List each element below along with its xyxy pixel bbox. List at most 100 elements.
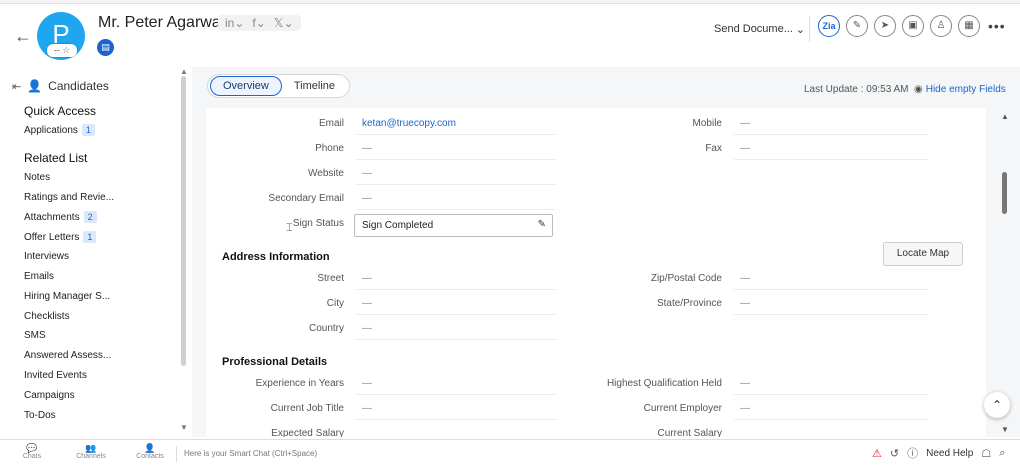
sidebar-item-applications[interactable]: Applications 1 xyxy=(24,124,95,136)
sidebar-item-offer-letters[interactable]: Offer Letters 1 xyxy=(24,231,97,243)
zia-icon[interactable]: Zia xyxy=(818,15,840,37)
help-icon[interactable]: ⓘ xyxy=(907,445,918,461)
notification-icon[interactable]: ☖ xyxy=(981,447,991,460)
sidebar-item-notes[interactable]: Notes xyxy=(24,172,50,183)
contacts-button[interactable]: 👤 Contacts xyxy=(130,443,170,460)
qualification-value[interactable]: — xyxy=(740,378,750,389)
last-update-text: Last Update : 09:53 AM xyxy=(804,84,909,95)
chevron-down-icon: ⌄ xyxy=(795,23,805,36)
email-value[interactable]: ketan@truecopy.com xyxy=(362,118,456,129)
calendar-icon[interactable]: ▦ xyxy=(958,15,980,37)
sidebar-item-invited-events[interactable]: Invited Events xyxy=(24,370,87,381)
current-salary-label: Current Salary xyxy=(657,428,722,437)
sidebar-scroll-down-icon[interactable]: ▼ xyxy=(180,423,188,432)
count-badge: 1 xyxy=(81,124,95,136)
sidebar-item-ratings[interactable]: Ratings and Revie... xyxy=(24,192,114,203)
divider xyxy=(734,159,929,160)
sidebar-item-campaigns[interactable]: Campaigns xyxy=(24,390,75,401)
channels-button[interactable]: 👥 Channels xyxy=(71,443,111,460)
sign-status-value: Sign Completed xyxy=(362,220,434,231)
sidebar-scroll-up-icon[interactable]: ▲ xyxy=(180,67,188,76)
avatar-rating[interactable]: -- ☆ xyxy=(47,44,77,57)
scroll-down-icon[interactable]: ▼ xyxy=(1001,425,1009,434)
city-value[interactable]: — xyxy=(362,298,372,309)
website-value[interactable]: — xyxy=(362,168,372,179)
sidebar-item-attachments[interactable]: Attachments 2 xyxy=(24,211,97,223)
divider xyxy=(356,394,556,395)
secondary-email-value[interactable]: — xyxy=(362,193,372,204)
sidebar-item-label: Checklists xyxy=(24,311,70,322)
country-value[interactable]: — xyxy=(362,323,372,334)
x-twitter-icon[interactable]: 𝕏⌄ xyxy=(271,16,297,30)
send-document-dropdown[interactable]: Send Docume... ⌄ xyxy=(710,16,810,42)
count-badge: 1 xyxy=(83,231,97,243)
eye-icon: ◉ xyxy=(914,84,923,95)
state-value[interactable]: — xyxy=(740,298,750,309)
sidebar-item-label: To-Dos xyxy=(24,410,56,421)
sidebar-scrollbar[interactable] xyxy=(181,76,186,366)
job-title-value[interactable]: — xyxy=(362,403,372,414)
sidebar-item-emails[interactable]: Emails xyxy=(24,271,54,282)
edit-note-icon[interactable]: ✎ xyxy=(846,15,868,37)
user-check-icon[interactable]: ♙ xyxy=(930,15,952,37)
sidebar-item-label: Ratings and Revie... xyxy=(24,192,115,203)
main-scrollbar[interactable] xyxy=(1002,172,1007,214)
fax-value[interactable]: — xyxy=(740,143,750,154)
sidebar-item-label: Offer Letters xyxy=(24,231,80,243)
document-icon[interactable]: ▤ xyxy=(97,39,114,56)
chats-button[interactable]: 💬 Chats xyxy=(12,443,52,460)
zip-value[interactable]: — xyxy=(740,273,750,284)
related-list-title: Related List xyxy=(24,151,88,165)
sidebar-item-todos[interactable]: To-Dos xyxy=(24,410,56,421)
tab-timeline[interactable]: Timeline xyxy=(282,77,347,95)
sidebar-item-interviews[interactable]: Interviews xyxy=(24,251,69,262)
sidebar-item-checklists[interactable]: Checklists xyxy=(24,311,70,322)
sidebar-item-label: Emails xyxy=(24,271,55,282)
chats-label: Chats xyxy=(22,453,42,460)
pencil-icon[interactable]: ✎ xyxy=(538,219,546,230)
sidebar-item-answered-assessments[interactable]: Answered Assess... xyxy=(24,350,111,361)
state-label: State/Province xyxy=(656,298,722,309)
scroll-up-icon[interactable]: ▲ xyxy=(1001,112,1009,121)
employer-value[interactable]: — xyxy=(740,403,750,414)
sidebar-item-sms[interactable]: SMS xyxy=(24,330,46,341)
street-value[interactable]: — xyxy=(362,273,372,284)
divider xyxy=(356,314,556,315)
send-icon[interactable]: ➤ xyxy=(874,15,896,37)
professional-section-title: Professional Details xyxy=(222,356,328,368)
locate-map-button[interactable]: Locate Map xyxy=(883,242,963,266)
experience-value[interactable]: — xyxy=(362,378,372,389)
linkedin-icon[interactable]: in⌄ xyxy=(222,16,247,30)
search-icon[interactable]: ⌕ xyxy=(999,447,1005,460)
divider xyxy=(356,339,556,340)
need-help-button[interactable]: Need Help xyxy=(926,448,973,459)
header-actions: Zia ✎ ➤ ▣ ♙ ▦ xyxy=(818,15,980,37)
divider xyxy=(356,134,556,135)
sidebar-item-label: Attachments xyxy=(24,211,80,223)
hide-empty-fields-link[interactable]: ◉ Hide empty Fields xyxy=(914,84,1006,95)
more-options-icon[interactable]: ••• xyxy=(988,18,1006,34)
divider xyxy=(356,419,556,420)
history-icon[interactable]: ↺ xyxy=(890,447,899,460)
chat-icon: 💬 xyxy=(26,443,38,453)
sidebar-item-label: Answered Assess... xyxy=(24,350,112,361)
employer-label: Current Employer xyxy=(643,403,722,414)
collapse-sidebar-icon[interactable]: ⇤ xyxy=(12,80,21,93)
back-arrow-icon[interactable]: ← xyxy=(14,26,32,47)
alert-icon[interactable]: ⚠ xyxy=(872,447,882,460)
mobile-label: Mobile xyxy=(692,118,722,129)
smart-chat-input[interactable]: Here is your Smart Chat (Ctrl+Space) xyxy=(176,446,866,462)
footer-bar: 💬 Chats 👥 Channels 👤 Contacts Here is yo… xyxy=(0,439,1020,467)
facebook-icon[interactable]: f⌄ xyxy=(249,16,268,30)
mobile-value[interactable]: — xyxy=(740,118,750,129)
briefcase-icon[interactable]: ▣ xyxy=(902,15,924,37)
tab-overview[interactable]: Overview xyxy=(210,76,282,96)
sign-status-field[interactable]: Sign Completed ✎ xyxy=(354,214,553,237)
module-title: Candidates xyxy=(48,79,109,93)
channels-label: Channels xyxy=(76,453,106,460)
divider xyxy=(734,289,929,290)
sidebar-item-label: Hiring Manager S... xyxy=(24,291,111,302)
sidebar-item-hiring-manager[interactable]: Hiring Manager S... xyxy=(24,291,110,302)
phone-value[interactable]: — xyxy=(362,143,372,154)
scroll-to-top-button[interactable]: ⌃ xyxy=(984,392,1010,418)
